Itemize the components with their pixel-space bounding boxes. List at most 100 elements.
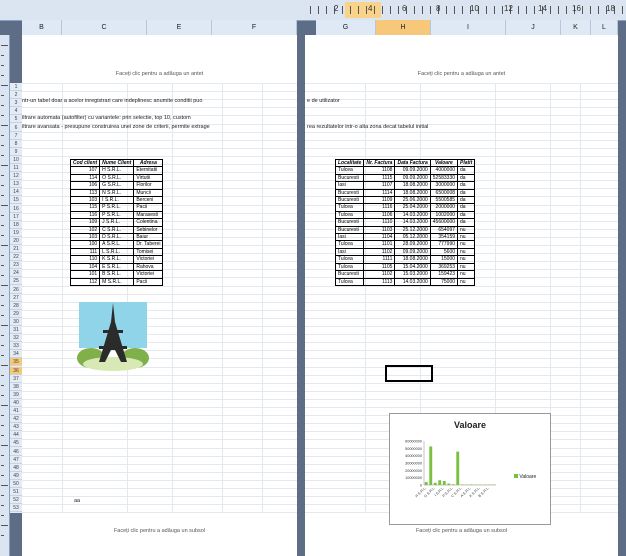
table-row[interactable]: Iasi 1107 18.08.2000 3000000 da xyxy=(334,181,476,190)
table-cell[interactable]: Virtutii xyxy=(133,173,164,183)
table-cell[interactable]: 09.09.2000 xyxy=(394,247,431,257)
table-row[interactable]: 100 A S.R.L. Dr. Taberei xyxy=(69,240,164,249)
table-cell[interactable]: Bucuresti xyxy=(334,196,365,205)
table-cell[interactable]: nu xyxy=(457,225,476,235)
column-heading[interactable]: Adresa xyxy=(133,158,164,168)
table-row[interactable]: Bucuresti 1102 15.03.2000 159423 nu xyxy=(334,270,476,279)
row-header[interactable]: 45 xyxy=(10,439,22,448)
table-cell[interactable]: I S.R.L. xyxy=(99,196,135,205)
row-header[interactable]: 41 xyxy=(10,407,22,416)
table-row[interactable]: Bucuresti 1110 14.03.2000 45600000 da xyxy=(334,218,476,227)
column-heading[interactable]: Valoare xyxy=(429,158,459,168)
table-cell[interactable]: 18.08.2000 xyxy=(394,255,431,264)
table-cell[interactable]: 112 xyxy=(69,277,101,286)
table-row[interactable]: 109 J S.R.L. Colentina xyxy=(69,218,164,227)
table-cell[interactable]: B S.R.L. xyxy=(99,270,135,279)
row-header[interactable]: 5 xyxy=(10,115,22,124)
row-header[interactable]: 26 xyxy=(10,286,22,294)
row-header[interactable]: 38 xyxy=(10,383,22,391)
row-header[interactable]: 52 xyxy=(10,496,22,505)
table-cell[interactable]: Victoriei xyxy=(133,255,164,264)
table-cell[interactable]: nu xyxy=(457,277,476,286)
table-cell[interactable]: 354159 xyxy=(429,233,459,242)
table-cell[interactable]: 102 xyxy=(69,225,101,235)
table-cell[interactable]: 1107 xyxy=(363,181,396,190)
row-header[interactable]: 17 xyxy=(10,213,22,221)
table-cell[interactable]: 103 xyxy=(69,196,101,205)
table-cell[interactable]: N S.R.L. xyxy=(99,188,135,198)
row-header[interactable]: 28 xyxy=(10,302,22,310)
table-cell[interactable]: 1104 xyxy=(363,233,396,242)
table-row[interactable]: 106 G S.R.L. Florilor xyxy=(69,181,164,190)
column-header-e[interactable]: E xyxy=(147,20,212,35)
table-cell[interactable]: da xyxy=(457,203,476,212)
table-cell[interactable]: Pacii xyxy=(133,203,164,212)
table-row[interactable]: Tulcea 1116 25.04.2000 2000000 da xyxy=(334,203,476,212)
row-header[interactable]: 25 xyxy=(10,277,22,286)
row-header[interactable]: 31 xyxy=(10,326,22,335)
row-header[interactable]: 15 xyxy=(10,196,22,205)
valoare-chart[interactable]: Valoare 60000000 50000000 40000000 30000000… xyxy=(389,413,551,525)
column-heading[interactable]: Data Factura xyxy=(394,158,431,168)
table-cell[interactable]: 14.03.2000 xyxy=(394,277,431,286)
table-cell[interactable]: 101 xyxy=(69,270,101,279)
column-heading[interactable]: Localitate xyxy=(334,158,365,168)
table-cell[interactable]: 100 xyxy=(69,240,101,249)
row-header[interactable]: 11 xyxy=(10,164,22,173)
table-cell[interactable]: 2000000 xyxy=(429,203,459,212)
table-cell[interactable]: L S.R.L. xyxy=(99,247,135,257)
table-cell[interactable]: Pacii xyxy=(133,277,164,286)
table-cell[interactable]: 5500585 xyxy=(429,196,459,205)
row-header[interactable]: 30 xyxy=(10,318,22,326)
column-header-h[interactable]: H xyxy=(376,20,431,35)
table-row[interactable]: Bucuresti 1103 25.12.2000 654097 nu xyxy=(334,225,476,235)
row-header[interactable]: 33 xyxy=(10,342,22,351)
row-header[interactable]: 6 xyxy=(10,124,22,132)
table-row[interactable]: Bucuresti 1115 09.09.2000 52583330 da xyxy=(334,173,476,183)
table-row[interactable]: 115 P S.R.L. Pacii xyxy=(69,203,164,212)
table-cell[interactable]: Colentina xyxy=(133,218,164,227)
table-cell[interactable]: K S.R.L. xyxy=(99,255,135,264)
row-header[interactable]: 44 xyxy=(10,431,22,440)
row-header[interactable]: 37 xyxy=(10,375,22,383)
footer-placeholder[interactable]: Faceți clic pentru a adăuga un subsol xyxy=(305,528,618,534)
table-cell[interactable]: Tulcea xyxy=(334,262,365,272)
table-cell[interactable]: 4000000 xyxy=(429,166,459,175)
table-cell[interactable]: 1111 xyxy=(363,255,396,264)
table-row[interactable]: 104 E S.R.L. Rahova xyxy=(69,262,164,272)
table-cell[interactable]: 18.08.2000 xyxy=(394,181,431,190)
eiffel-tower-image[interactable] xyxy=(77,300,149,372)
table-cell[interactable]: 106 xyxy=(69,181,101,190)
table-cell[interactable]: da xyxy=(457,166,476,175)
table-cell[interactable]: da xyxy=(457,210,476,220)
column-header-k[interactable]: K xyxy=(561,20,591,35)
table-cell[interactable]: Tulcea xyxy=(334,210,365,220)
table-cell[interactable]: 116 xyxy=(69,210,101,220)
row-header[interactable]: 8 xyxy=(10,140,22,148)
table-row[interactable]: 103 I S.R.L. Berceni xyxy=(69,196,164,205)
column-header-i[interactable]: I xyxy=(431,20,506,35)
table-row[interactable]: Tulcea 1101 28.09.2000 777990 nu xyxy=(334,240,476,249)
table-cell[interactable]: C S.R.L. xyxy=(99,225,135,235)
table-cell[interactable]: 104 xyxy=(69,262,101,272)
header-placeholder[interactable]: Faceți clic pentru a adăuga un antet xyxy=(305,71,618,77)
column-heading[interactable]: Cod client xyxy=(69,158,101,168)
table-cell[interactable]: E S.R.L. xyxy=(99,262,135,272)
row-header[interactable]: 20 xyxy=(10,237,22,245)
table-row[interactable]: 113 N S.R.L. Muncii xyxy=(69,188,164,198)
table-cell[interactable]: 15.04.2000 xyxy=(394,262,431,272)
cell-grid[interactable] xyxy=(22,83,297,514)
table-cell[interactable]: 114 xyxy=(69,173,101,183)
table-cell[interactable]: Bucuresti xyxy=(334,218,365,227)
table-cell[interactable]: Sebinelor xyxy=(133,225,164,235)
table-cell[interactable]: da xyxy=(457,181,476,190)
column-header-j[interactable]: J xyxy=(506,20,561,35)
active-cell-selection[interactable] xyxy=(385,365,433,382)
table-row[interactable]: 114 O S.R.L. Virtutii xyxy=(69,173,164,183)
table-cell[interactable]: nu xyxy=(457,255,476,264)
column-header-b[interactable]: B xyxy=(22,20,62,35)
row-header[interactable]: 49 xyxy=(10,472,22,480)
table-cell[interactable]: G S.R.L. xyxy=(99,181,135,190)
table-row[interactable]: Bucuresti 1109 25.06.2000 5500585 da xyxy=(334,196,476,205)
table-cell[interactable]: 09.09.2000 xyxy=(394,166,431,175)
